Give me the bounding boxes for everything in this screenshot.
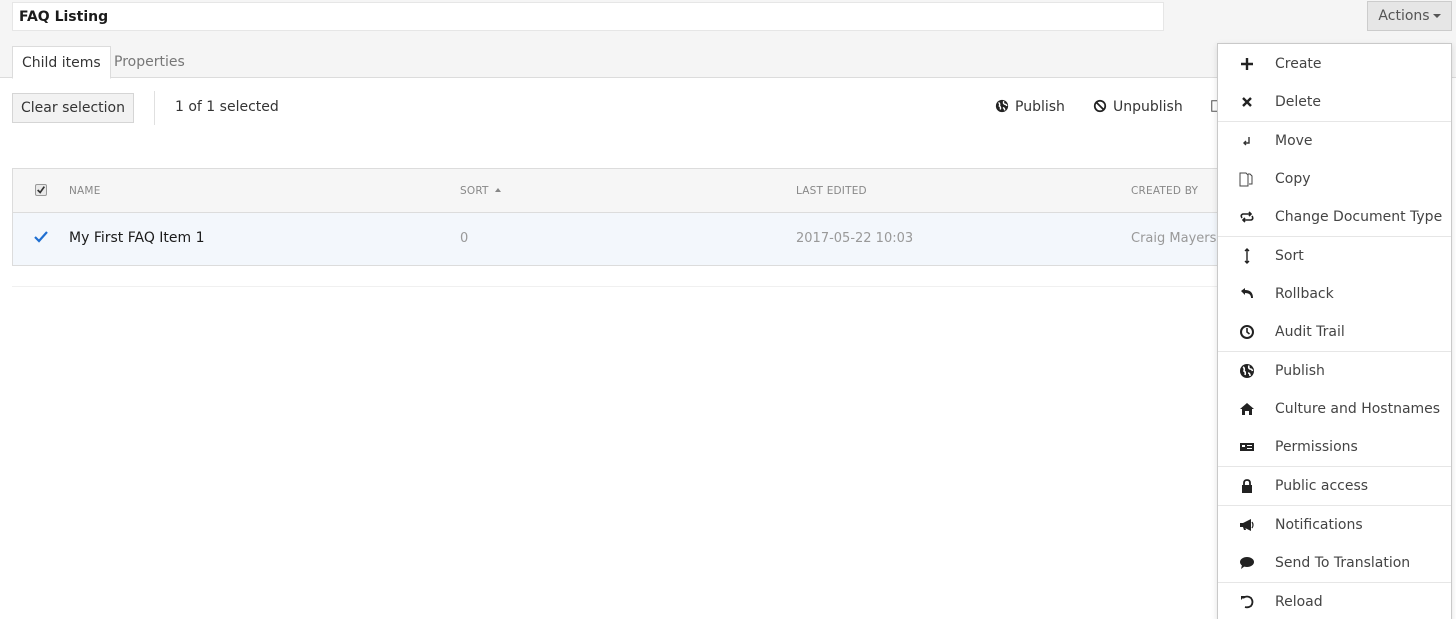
caret-down-icon xyxy=(1432,14,1441,18)
actions-button-label: Actions xyxy=(1378,8,1430,24)
clock-icon xyxy=(1240,325,1254,339)
menu-item-label: Permissions xyxy=(1275,439,1358,455)
list-divider xyxy=(12,286,1227,287)
column-header-name[interactable]: NAME xyxy=(69,185,101,197)
menu-item-label: Reload xyxy=(1275,594,1323,610)
menu-item-move[interactable]: Move xyxy=(1218,122,1451,160)
menu-item-label: Notifications xyxy=(1275,517,1363,533)
selection-status: 1 of 1 selected xyxy=(175,99,279,115)
speech-bubble-icon xyxy=(1240,557,1254,569)
column-header-created-by[interactable]: CREATED BY xyxy=(1131,185,1198,197)
menu-item-audit-trail[interactable]: Audit Trail xyxy=(1218,313,1451,351)
publish-label: Publish xyxy=(1015,99,1065,115)
tab-properties[interactable]: Properties xyxy=(105,46,194,79)
menu-item-copy[interactable]: Copy xyxy=(1218,160,1451,198)
menu-item-label: Move xyxy=(1275,133,1313,149)
select-all-checkbox[interactable] xyxy=(35,184,47,196)
block-icon xyxy=(1093,99,1107,113)
move-arrow-icon xyxy=(1243,137,1250,146)
menu-item-reload[interactable]: Reload xyxy=(1218,583,1451,619)
sort-ascending-icon xyxy=(495,188,502,192)
menu-item-culture-and-hostnames[interactable]: Culture and Hostnames xyxy=(1218,390,1451,428)
menu-item-publish[interactable]: Publish xyxy=(1218,352,1451,390)
menu-item-permissions[interactable]: Permissions xyxy=(1218,428,1451,466)
menu-item-label: Public access xyxy=(1275,478,1369,494)
menu-item-send-to-translation[interactable]: Send To Translation xyxy=(1218,544,1451,582)
node-name-input[interactable] xyxy=(12,2,1164,31)
globe-icon xyxy=(1240,364,1254,378)
row-selected-check-icon[interactable] xyxy=(34,231,48,243)
row-name-link[interactable]: My First FAQ Item 1 xyxy=(69,230,205,246)
plus-icon xyxy=(1241,58,1253,70)
reload-icon xyxy=(1241,595,1254,609)
menu-item-label: Send To Translation xyxy=(1275,555,1411,571)
menu-item-change-document-type[interactable]: Change Document Type xyxy=(1218,198,1451,236)
megaphone-icon xyxy=(1240,519,1254,531)
menu-item-label: Publish xyxy=(1275,363,1325,379)
menu-item-label: Copy xyxy=(1275,171,1311,187)
row-created-by: Craig Mayers xyxy=(1131,231,1217,246)
actions-dropdown-menu: Create Delete Move Copy Change Document … xyxy=(1217,43,1452,619)
lock-icon xyxy=(1242,479,1252,493)
table-row[interactable]: My First FAQ Item 1 0 2017-05-22 10:03 C… xyxy=(13,213,1226,265)
tab-label: Properties xyxy=(114,54,185,70)
home-icon xyxy=(1240,403,1254,415)
menu-item-create[interactable]: Create xyxy=(1218,45,1451,83)
menu-item-rollback[interactable]: Rollback xyxy=(1218,275,1451,313)
unpublish-button[interactable]: Unpublish xyxy=(1093,99,1183,115)
table-header: NAME SORT LAST EDITED CREATED BY xyxy=(13,169,1226,213)
menu-item-label: Change Document Type xyxy=(1275,209,1443,225)
menu-item-label: Sort xyxy=(1275,248,1304,264)
row-sort-value: 0 xyxy=(460,231,469,246)
globe-icon xyxy=(995,99,1009,113)
actions-button[interactable]: Actions xyxy=(1367,1,1452,31)
publish-button[interactable]: Publish xyxy=(995,99,1065,115)
checkmark-icon xyxy=(37,186,46,194)
tab-child-items[interactable]: Child items xyxy=(12,46,111,79)
menu-item-sort[interactable]: Sort xyxy=(1218,237,1451,275)
tab-label: Child items xyxy=(22,55,101,71)
row-last-edited: 2017-05-22 10:03 xyxy=(796,231,914,246)
sort-vertical-icon xyxy=(1244,248,1250,264)
unpublish-label: Unpublish xyxy=(1113,99,1183,115)
menu-item-delete[interactable]: Delete xyxy=(1218,83,1451,121)
menu-item-label: Culture and Hostnames xyxy=(1275,401,1441,417)
menu-item-label: Delete xyxy=(1275,94,1321,110)
menu-item-notifications[interactable]: Notifications xyxy=(1218,506,1451,544)
undo-icon xyxy=(1241,288,1253,298)
permissions-card-icon xyxy=(1240,443,1254,451)
menu-item-label: Audit Trail xyxy=(1275,324,1345,340)
menu-item-public-access[interactable]: Public access xyxy=(1218,467,1451,505)
exchange-icon xyxy=(1240,211,1254,223)
column-header-sort[interactable]: SORT xyxy=(460,185,502,197)
toolbar-divider xyxy=(154,91,155,125)
delete-x-icon xyxy=(1242,97,1252,107)
column-header-last-edited[interactable]: LAST EDITED xyxy=(796,185,867,197)
menu-item-label: Create xyxy=(1275,56,1322,72)
copy-document-icon xyxy=(1239,172,1253,187)
menu-item-label: Rollback xyxy=(1275,286,1334,302)
sort-column-label: SORT xyxy=(460,185,489,197)
child-items-table: NAME SORT LAST EDITED CREATED BY My Firs… xyxy=(12,168,1227,266)
clear-selection-button[interactable]: Clear selection xyxy=(12,93,134,123)
